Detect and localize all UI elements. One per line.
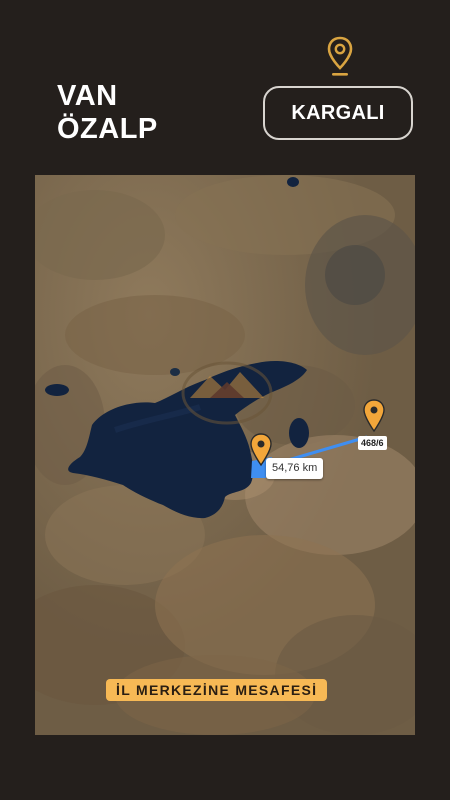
kargali-button[interactable]: KARGALI <box>263 86 413 140</box>
location-title: VAN ÖZALP <box>57 80 158 146</box>
district-name: ÖZALP <box>57 113 158 145</box>
location-pin-icon <box>327 36 353 76</box>
map-terrain <box>35 175 415 735</box>
map-pin-icon[interactable] <box>363 399 385 433</box>
distance-label: 54,76 km <box>266 458 324 479</box>
parcel-number-tag: 468/6 <box>358 436 387 450</box>
distance-caption: İL MERKEZİNE MESAFESİ <box>106 679 328 701</box>
province-name: VAN <box>57 80 118 112</box>
map-pin-icon[interactable] <box>250 433 272 467</box>
satellite-map[interactable] <box>35 175 415 735</box>
listing-card: VAN ÖZALP KARGALI 54,76 km 468/6 İL MERK… <box>0 0 450 800</box>
watermark-logo <box>181 361 273 425</box>
